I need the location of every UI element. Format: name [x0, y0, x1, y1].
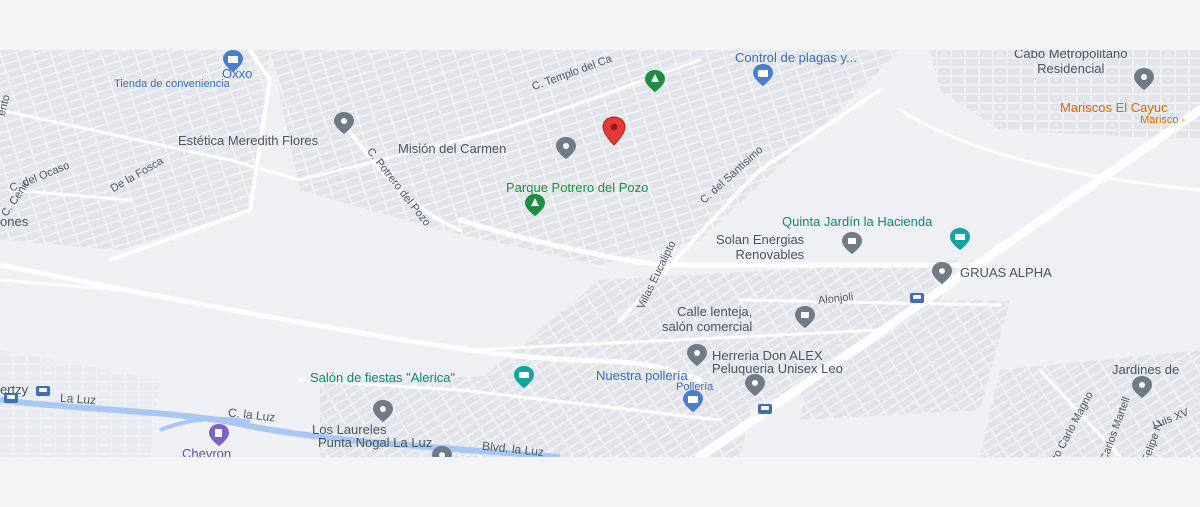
bus-stop-icon[interactable] [4, 393, 18, 403]
location-pin-icon[interactable] [1133, 68, 1155, 90]
location-pin-icon[interactable] [931, 262, 953, 284]
location-pin-icon[interactable] [841, 232, 863, 254]
event-venue-icon[interactable] [949, 228, 971, 250]
poi-mariscos-category: Marisco - [1140, 114, 1186, 126]
location-pin-icon[interactable] [794, 306, 816, 328]
poi-salon-fiestas[interactable]: Salón de fiestas "Alerica" [310, 370, 455, 385]
poi-control-plagas[interactable]: Control de plagas y... [735, 50, 857, 65]
selected-location-pin-icon[interactable] [598, 116, 630, 146]
location-pin-icon[interactable] [333, 112, 355, 134]
event-venue-icon[interactable] [513, 366, 535, 388]
map-canvas[interactable]: C. Templo del Ca ento C. del Ocaso C. Ce… [0, 50, 1200, 457]
shopping-bag-icon[interactable] [682, 390, 704, 412]
poi-gruas-alpha[interactable]: GRUAS ALPHA [960, 265, 1052, 280]
poi-nuestra-polleria[interactable]: Nuestra pollería [596, 368, 688, 383]
poi-parque-potrero[interactable]: Parque Potrero del Pozo [506, 180, 648, 195]
gas-station-icon[interactable] [208, 424, 230, 446]
map-base [0, 50, 1200, 457]
poi-peluqueria[interactable]: Peluqueria Unisex Leo [712, 361, 843, 376]
bus-stop-icon[interactable] [36, 386, 50, 396]
location-pin-icon[interactable] [686, 344, 708, 366]
poi-mision-del-carmen[interactable]: Misión del Carmen [398, 141, 506, 156]
poi-jardines[interactable]: Jardines de [1112, 362, 1179, 377]
poi-cabo-metropolitano[interactable]: Cabo Metropolitano Residencial [1014, 50, 1127, 76]
bus-stop-icon[interactable] [758, 404, 772, 414]
tree-icon[interactable] [644, 70, 666, 92]
poi-oxxo-category: Tienda de conveniencia [114, 78, 230, 90]
poi-partial-ones: ones [0, 214, 29, 229]
tree-icon[interactable] [524, 194, 546, 216]
location-pin-icon[interactable] [372, 400, 394, 422]
street-label-la-luz: La Luz [59, 390, 97, 408]
poi-chevron[interactable]: Chevron [182, 446, 231, 457]
poi-calle-lenteja[interactable]: Calle lenteja, salón comercial [662, 304, 752, 334]
shopping-bag-icon[interactable] [752, 64, 774, 86]
location-pin-icon[interactable] [555, 137, 577, 159]
bus-stop-icon[interactable] [910, 293, 924, 303]
poi-estetica[interactable]: Estética Meredith Flores [178, 133, 318, 148]
poi-solan[interactable]: Solan Energias Renovables [716, 232, 804, 262]
poi-quinta-jardin[interactable]: Quinta Jardín la Hacienda [782, 214, 932, 229]
location-pin-icon[interactable] [431, 446, 453, 457]
location-pin-icon[interactable] [744, 374, 766, 396]
location-pin-icon[interactable] [1131, 376, 1153, 398]
poi-punta-nogal[interactable]: Punta Nogal La Luz [318, 435, 432, 450]
